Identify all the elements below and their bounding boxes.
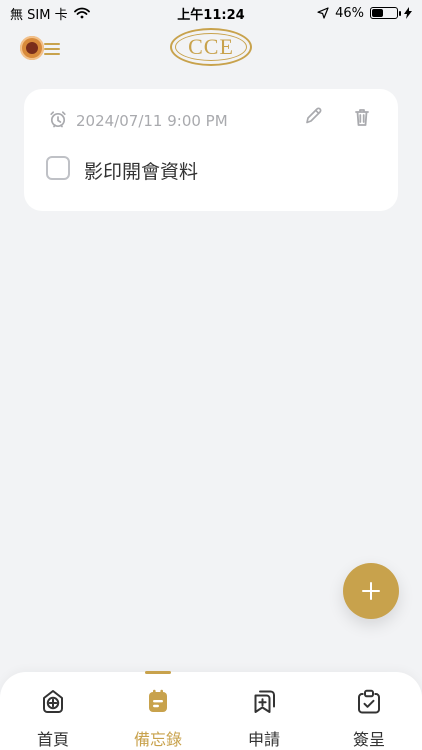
cce-logo: CCE	[170, 28, 252, 66]
add-memo-button[interactable]	[343, 563, 399, 619]
battery-fill	[372, 9, 383, 17]
memo-card[interactable]: 2024/07/11 9:00 PM 影印開會資料	[24, 89, 398, 211]
alarm-icon	[48, 109, 68, 133]
tab-sign-label: 簽呈	[352, 730, 385, 749]
status-left: 無 SIM 卡	[0, 4, 90, 23]
status-bar: 無 SIM 卡 上午11:24 46%	[0, 0, 422, 26]
status-right: 46%	[317, 6, 422, 21]
tab-apply[interactable]: 申請	[219, 686, 309, 749]
active-tab-indicator	[145, 671, 171, 674]
pencil-icon	[302, 105, 326, 133]
sign-icon	[354, 686, 384, 720]
tab-home[interactable]: 首頁	[8, 686, 98, 749]
task-text: 影印開會資料	[84, 161, 199, 183]
edit-button[interactable]	[300, 105, 328, 133]
trash-icon	[350, 105, 374, 133]
app-header: CCE	[0, 26, 422, 70]
home-icon	[38, 686, 68, 720]
tab-sign[interactable]: 簽呈	[324, 686, 414, 749]
memo-datetime-text: 2024/07/11 9:00 PM	[76, 112, 228, 130]
charging-icon	[404, 7, 412, 19]
status-time: 上午11:24	[177, 7, 245, 23]
avatar[interactable]	[20, 36, 44, 60]
tab-home-label: 首頁	[36, 730, 69, 749]
battery-percent: 46%	[335, 5, 364, 21]
location-icon	[317, 7, 329, 19]
tab-memo-label: 備忘錄	[133, 730, 182, 749]
tab-apply-label: 申請	[247, 730, 280, 749]
tab-memo[interactable]: 備忘錄	[113, 686, 203, 749]
logo-text: CCE	[188, 34, 234, 59]
battery-icon	[370, 7, 401, 19]
task-checkbox[interactable]	[46, 156, 70, 180]
apply-icon	[249, 686, 279, 720]
menu-icon[interactable]	[44, 40, 60, 56]
carrier-label: 無 SIM 卡	[10, 7, 68, 23]
memo-icon	[143, 686, 173, 720]
bottom-navigation: 首頁 備忘錄 申請 簽呈	[0, 671, 422, 750]
wifi-icon	[73, 7, 90, 19]
delete-button[interactable]	[348, 105, 376, 133]
memo-datetime: 2024/07/11 9:00 PM	[48, 109, 228, 133]
